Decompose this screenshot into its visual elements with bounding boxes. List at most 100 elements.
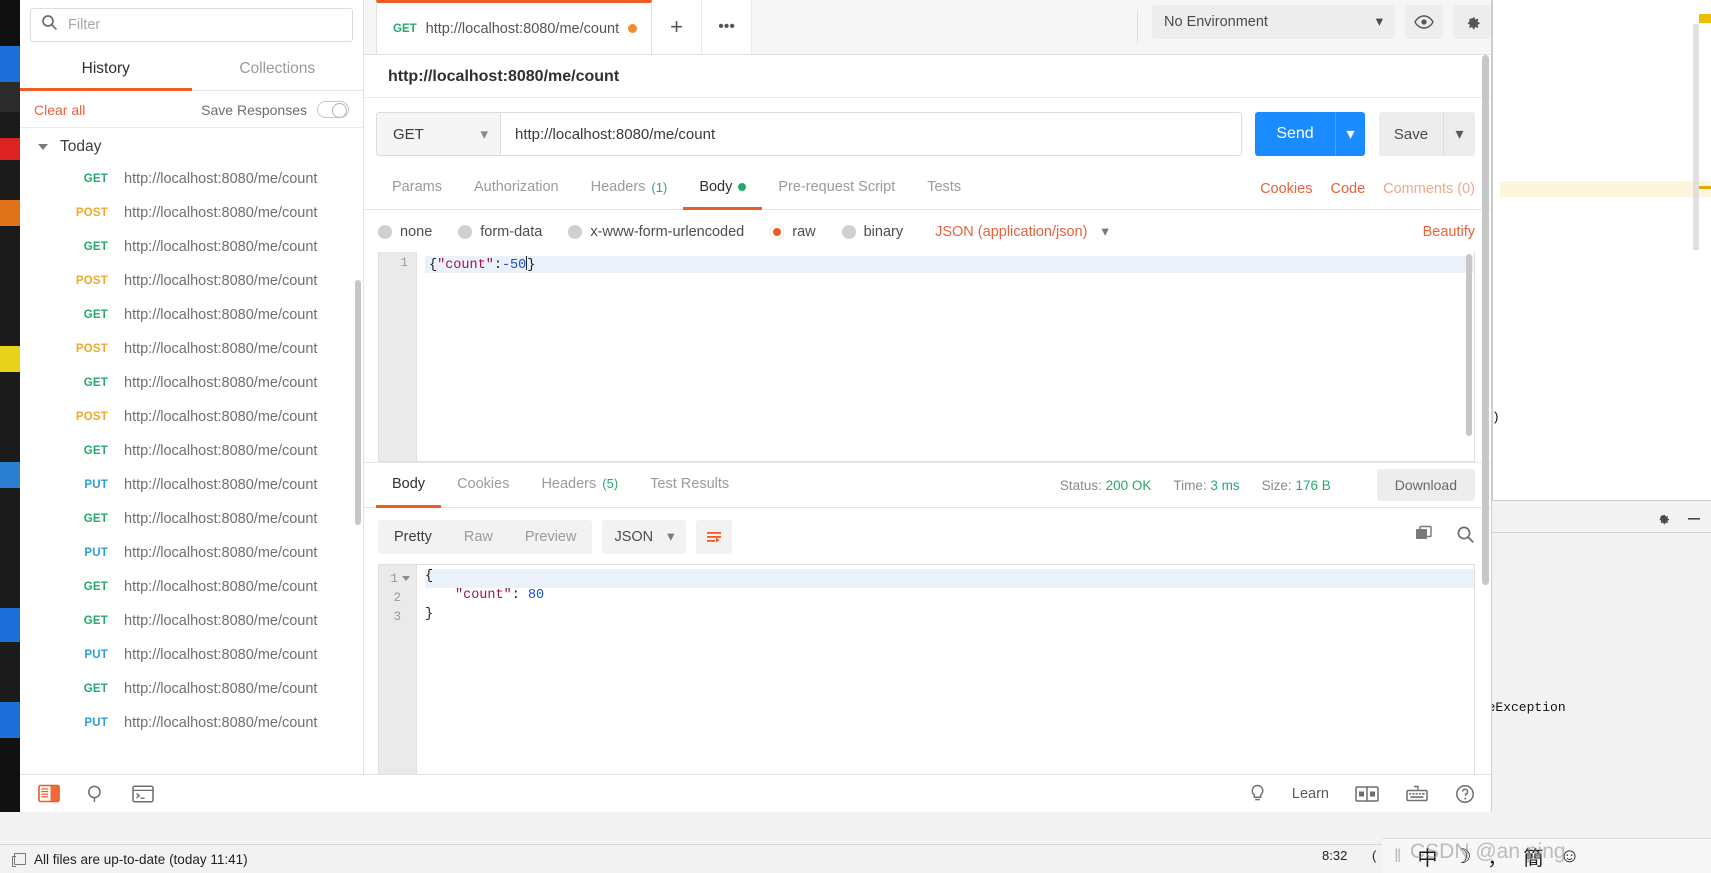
comments-link[interactable]: Comments (0) — [1383, 181, 1475, 197]
response-code[interactable]: { "count": 80 } — [417, 565, 1474, 774]
history-item[interactable]: GEThttp://localhost:8080/me/count — [20, 298, 363, 332]
view-mode-preview[interactable]: Preview — [509, 520, 593, 554]
history-item[interactable]: GEThttp://localhost:8080/me/count — [20, 162, 363, 196]
history-item[interactable]: POSThttp://localhost:8080/me/count — [20, 400, 363, 434]
filter-input[interactable] — [68, 17, 342, 33]
response-tab-test-results[interactable]: Test Results — [634, 462, 745, 508]
history-group-today[interactable]: Today — [20, 132, 363, 162]
body-type-none[interactable]: none — [378, 224, 432, 240]
response-body-editor[interactable]: 1 2 3 { "count": 80 } — [378, 564, 1475, 774]
environment-quick-look-button[interactable] — [1405, 5, 1443, 39]
tab-options-button[interactable]: ••• — [702, 0, 752, 54]
editor-line-1[interactable]: {"count":-50} — [425, 256, 1474, 273]
tab-label: Body — [699, 179, 732, 195]
response-format-select[interactable]: JSON ▾ — [602, 520, 686, 554]
request-body-editor[interactable]: 1 {"count":-50} — [378, 252, 1475, 462]
tab-body[interactable]: Body — [683, 168, 762, 210]
tab-params[interactable]: Params — [376, 168, 458, 210]
url-input[interactable] — [500, 112, 1242, 156]
history-item[interactable]: GEThttp://localhost:8080/me/count — [20, 366, 363, 400]
radio-icon[interactable] — [378, 225, 392, 239]
format-select-inner[interactable]: JSON ▾ — [602, 520, 686, 554]
editor-code[interactable]: {"count":-50} — [417, 252, 1474, 461]
copy-icon[interactable] — [1414, 525, 1434, 549]
clear-all-button[interactable]: Clear all — [34, 102, 85, 118]
history-group-label: Today — [60, 138, 101, 156]
content-type-select[interactable]: JSON (application/json) ▾ — [935, 224, 1109, 240]
tab-headers[interactable]: Headers (1) — [575, 168, 684, 210]
line-number-row[interactable]: 1 — [379, 569, 410, 588]
main-pane-scrollbar[interactable] — [1482, 55, 1489, 585]
learn-bulb-icon[interactable] — [1249, 784, 1266, 803]
minimize-icon[interactable] — [1685, 510, 1703, 531]
history-item[interactable]: PUThttp://localhost:8080/me/count — [20, 706, 363, 740]
code-link[interactable]: Code — [1330, 181, 1365, 197]
save-responses-toggle[interactable] — [317, 101, 349, 118]
history-item[interactable]: GEThttp://localhost:8080/me/count — [20, 570, 363, 604]
two-pane-icon[interactable] — [1355, 785, 1379, 803]
radio-icon-selected[interactable] — [770, 225, 784, 239]
history-item[interactable]: PUThttp://localhost:8080/me/count — [20, 638, 363, 672]
tab-history[interactable]: History — [20, 51, 192, 91]
new-tab-button[interactable]: + — [652, 0, 702, 54]
tab-pre-request-script[interactable]: Pre-request Script — [762, 168, 911, 210]
history-item[interactable]: GEThttp://localhost:8080/me/count — [20, 604, 363, 638]
radio-icon[interactable] — [458, 225, 472, 239]
body-type-binary[interactable]: binary — [842, 224, 904, 240]
tab-tests[interactable]: Tests — [911, 168, 977, 210]
radio-icon[interactable] — [568, 225, 582, 239]
gear-icon[interactable] — [1655, 510, 1671, 531]
history-item-url: http://localhost:8080/me/count — [124, 715, 317, 731]
body-type-form-data[interactable]: form-data — [458, 224, 542, 240]
send-options-button[interactable]: ▾ — [1335, 112, 1365, 156]
search-icon[interactable] — [1456, 525, 1475, 549]
download-button[interactable]: Download — [1377, 469, 1475, 501]
view-mode-pretty[interactable]: Pretty — [378, 520, 448, 554]
word-wrap-icon[interactable] — [696, 520, 732, 554]
save-responses-toggle-group[interactable]: Save Responses — [201, 101, 349, 118]
history-item[interactable]: GEThttp://localhost:8080/me/count — [20, 502, 363, 536]
response-tab-headers[interactable]: Headers (5) — [525, 462, 634, 508]
body-type-raw[interactable]: raw — [770, 224, 815, 240]
history-item[interactable]: GEThttp://localhost:8080/me/count — [20, 434, 363, 468]
tab-authorization[interactable]: Authorization — [458, 168, 575, 210]
history-item[interactable]: GEThttp://localhost:8080/me/count — [20, 230, 363, 264]
help-icon[interactable] — [1455, 784, 1475, 804]
history-list[interactable]: Today GEThttp://localhost:8080/me/countP… — [20, 128, 363, 774]
cookies-link[interactable]: Cookies — [1260, 181, 1312, 197]
http-method-select[interactable]: GET ▾ — [376, 112, 500, 156]
ide-toolwindow-actions[interactable] — [1655, 510, 1703, 531]
send-button[interactable]: Send — [1255, 112, 1335, 156]
tab-collections[interactable]: Collections — [192, 51, 364, 91]
history-item[interactable]: GEThttp://localhost:8080/me/count — [20, 672, 363, 706]
history-item[interactable]: PUThttp://localhost:8080/me/count — [20, 468, 363, 502]
chevron-down-icon[interactable] — [38, 144, 48, 150]
view-mode-raw[interactable]: Raw — [448, 520, 509, 554]
search-input-wrapper[interactable] — [30, 8, 353, 42]
history-item[interactable]: POSThttp://localhost:8080/me/count — [20, 264, 363, 298]
body-type-urlencoded[interactable]: x-www-form-urlencoded — [568, 224, 744, 240]
ide-status-text: All files are up-to-date (today 11:41) — [34, 852, 248, 867]
fold-caret-icon[interactable] — [402, 576, 410, 581]
history-item[interactable]: POSThttp://localhost:8080/me/count — [20, 332, 363, 366]
learn-label[interactable]: Learn — [1292, 786, 1329, 802]
history-item[interactable]: POSThttp://localhost:8080/me/count — [20, 196, 363, 230]
environment-select[interactable]: No Environment ▾ — [1152, 5, 1395, 39]
console-icon[interactable] — [132, 785, 154, 803]
save-button[interactable]: Save — [1379, 112, 1443, 156]
save-options-button[interactable]: ▾ — [1443, 112, 1475, 156]
sidebar-scrollbar[interactable] — [355, 280, 361, 525]
token-colon: : — [512, 588, 520, 603]
radio-icon[interactable] — [842, 225, 856, 239]
beautify-button[interactable]: Beautify — [1423, 224, 1475, 240]
ide-scrollbar[interactable] — [1693, 24, 1699, 250]
open-request-tab[interactable]: GET http://localhost:8080/me/count — [376, 0, 652, 54]
sidebar-toggle-icon[interactable] — [38, 784, 60, 803]
response-tab-cookies[interactable]: Cookies — [441, 462, 525, 508]
request-editor-scrollbar[interactable] — [1466, 254, 1472, 436]
history-item[interactable]: PUThttp://localhost:8080/me/count — [20, 536, 363, 570]
settings-gear-button[interactable] — [1453, 5, 1491, 39]
keyboard-icon[interactable] — [1405, 785, 1429, 803]
response-tab-body[interactable]: Body — [376, 462, 441, 508]
find-icon[interactable] — [86, 784, 106, 804]
